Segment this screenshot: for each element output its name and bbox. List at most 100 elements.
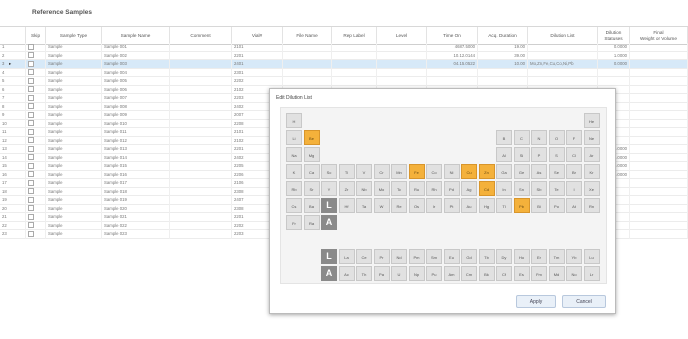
final-weight-cell[interactable]	[630, 145, 688, 154]
element-be[interactable]: Be	[303, 130, 320, 145]
file-name-cell[interactable]	[283, 51, 332, 60]
element-eu[interactable]: Eu	[443, 249, 460, 264]
row-number-cell[interactable]: 6	[0, 85, 26, 94]
element-nd[interactable]: Nd	[391, 249, 407, 264]
skip-cell[interactable]	[26, 85, 46, 94]
file-name-cell[interactable]	[283, 43, 332, 52]
skip-cell[interactable]	[26, 213, 46, 222]
column-header[interactable]: Rep Label	[332, 27, 377, 44]
sample-name-cell[interactable]: Sample 015	[102, 162, 170, 171]
element-ac[interactable]: Ac	[338, 266, 355, 281]
sample-name-cell[interactable]: Sample 009	[102, 111, 170, 120]
element-hg[interactable]: Hg	[478, 198, 495, 213]
element-th[interactable]: Th	[356, 266, 372, 281]
skip-cell[interactable]	[26, 179, 46, 188]
sample-type-cell[interactable]: Sample	[46, 145, 102, 154]
element-se[interactable]: Se	[548, 164, 565, 179]
final-weight-cell[interactable]	[630, 43, 688, 52]
sample-name-cell[interactable]: Sample 004	[102, 68, 170, 77]
sample-name-cell[interactable]: Sample 006	[102, 85, 170, 94]
final-weight-cell[interactable]	[630, 221, 688, 230]
element-v[interactable]: V	[356, 164, 372, 179]
final-weight-cell[interactable]	[630, 162, 688, 171]
element-o[interactable]: O	[548, 130, 565, 145]
element-li[interactable]: Li	[286, 130, 302, 145]
element-ga[interactable]: Ga	[496, 164, 512, 179]
row-number-cell[interactable]: 17	[0, 179, 26, 188]
element-mg[interactable]: Mg	[303, 147, 320, 162]
level-cell[interactable]	[377, 51, 427, 60]
final-weight-cell[interactable]	[630, 85, 688, 94]
element-sm[interactable]: Sm	[426, 249, 442, 264]
row-number-cell[interactable]: 22	[0, 221, 26, 230]
element-dy[interactable]: Dy	[496, 249, 512, 264]
element-cs[interactable]: Cs	[286, 198, 302, 213]
skip-cell[interactable]	[26, 128, 46, 137]
final-weight-cell[interactable]	[630, 51, 688, 60]
skip-checkbox[interactable]	[28, 103, 34, 110]
element-u[interactable]: U	[391, 266, 407, 281]
element-mo[interactable]: Mo	[373, 181, 390, 196]
row-number-cell[interactable]: 3	[0, 60, 26, 69]
cancel-button[interactable]: Cancel	[562, 295, 606, 308]
element-ti[interactable]: Ti	[338, 164, 355, 179]
skip-cell[interactable]	[26, 170, 46, 179]
table-row[interactable]: 5 Sample Sample 005 2202	[0, 77, 688, 86]
element-rn[interactable]: Rn	[583, 198, 600, 213]
comment-cell[interactable]	[170, 111, 232, 120]
element-lu[interactable]: Lu	[583, 249, 600, 264]
skip-checkbox[interactable]	[28, 222, 34, 229]
element-na[interactable]: Na	[286, 147, 302, 162]
element-zn[interactable]: Zn	[478, 164, 495, 179]
element-w[interactable]: W	[373, 198, 390, 213]
element-pt[interactable]: Pt	[443, 198, 460, 213]
element-sc[interactable]: Sc	[321, 164, 337, 179]
element-nb[interactable]: Nb	[356, 181, 372, 196]
element-tm[interactable]: Tm	[548, 249, 565, 264]
comment-cell[interactable]	[170, 94, 232, 103]
comment-cell[interactable]	[170, 128, 232, 137]
row-number-cell[interactable]: 2	[0, 51, 26, 60]
rep-label-cell[interactable]	[332, 51, 377, 60]
element-ba[interactable]: Ba	[303, 198, 320, 213]
sample-type-cell[interactable]: Sample	[46, 162, 102, 171]
element-ta[interactable]: Ta	[356, 198, 372, 213]
skip-checkbox[interactable]	[28, 120, 34, 127]
sample-name-cell[interactable]: Sample 002	[102, 51, 170, 60]
element-cu[interactable]: Cu	[461, 164, 477, 179]
comment-cell[interactable]	[170, 153, 232, 162]
skip-cell[interactable]	[26, 204, 46, 213]
element-k[interactable]: K	[286, 164, 302, 179]
sample-name-cell[interactable]: Sample 014	[102, 153, 170, 162]
dilution-statuses-cell[interactable]	[598, 77, 630, 86]
sample-type-cell[interactable]: Sample	[46, 179, 102, 188]
skip-checkbox[interactable]	[28, 137, 34, 144]
element-ar[interactable]: Ar	[583, 147, 600, 162]
element-tb[interactable]: Tb	[478, 249, 495, 264]
element-cd[interactable]: Cd	[478, 181, 495, 196]
final-weight-cell[interactable]	[630, 213, 688, 222]
element-ni[interactable]: Ni	[443, 164, 460, 179]
skip-checkbox[interactable]	[28, 94, 34, 101]
element-fe[interactable]: Fe	[408, 164, 425, 179]
table-row[interactable]: 4 Sample Sample 004 2301	[0, 68, 688, 77]
skip-cell[interactable]	[26, 187, 46, 196]
sample-type-cell[interactable]: Sample	[46, 94, 102, 103]
skip-checkbox[interactable]	[28, 230, 34, 237]
sample-type-cell[interactable]: Sample	[46, 136, 102, 145]
sample-type-cell[interactable]: Sample	[46, 170, 102, 179]
column-header[interactable]: Acq. Duration	[478, 27, 528, 44]
vial-cell[interactable]: 2202	[232, 77, 283, 86]
sample-type-cell[interactable]: Sample	[46, 85, 102, 94]
final-weight-cell[interactable]	[630, 196, 688, 205]
sample-type-cell[interactable]: Sample	[46, 128, 102, 137]
skip-checkbox[interactable]	[28, 196, 34, 203]
comment-cell[interactable]	[170, 196, 232, 205]
final-weight-cell[interactable]	[630, 77, 688, 86]
skip-checkbox[interactable]	[28, 69, 34, 76]
element-te[interactable]: Te	[548, 181, 565, 196]
vial-cell[interactable]: 2201	[232, 51, 283, 60]
skip-cell[interactable]	[26, 102, 46, 111]
element-cf[interactable]: Cf	[496, 266, 512, 281]
sample-name-cell[interactable]: Sample 013	[102, 145, 170, 154]
